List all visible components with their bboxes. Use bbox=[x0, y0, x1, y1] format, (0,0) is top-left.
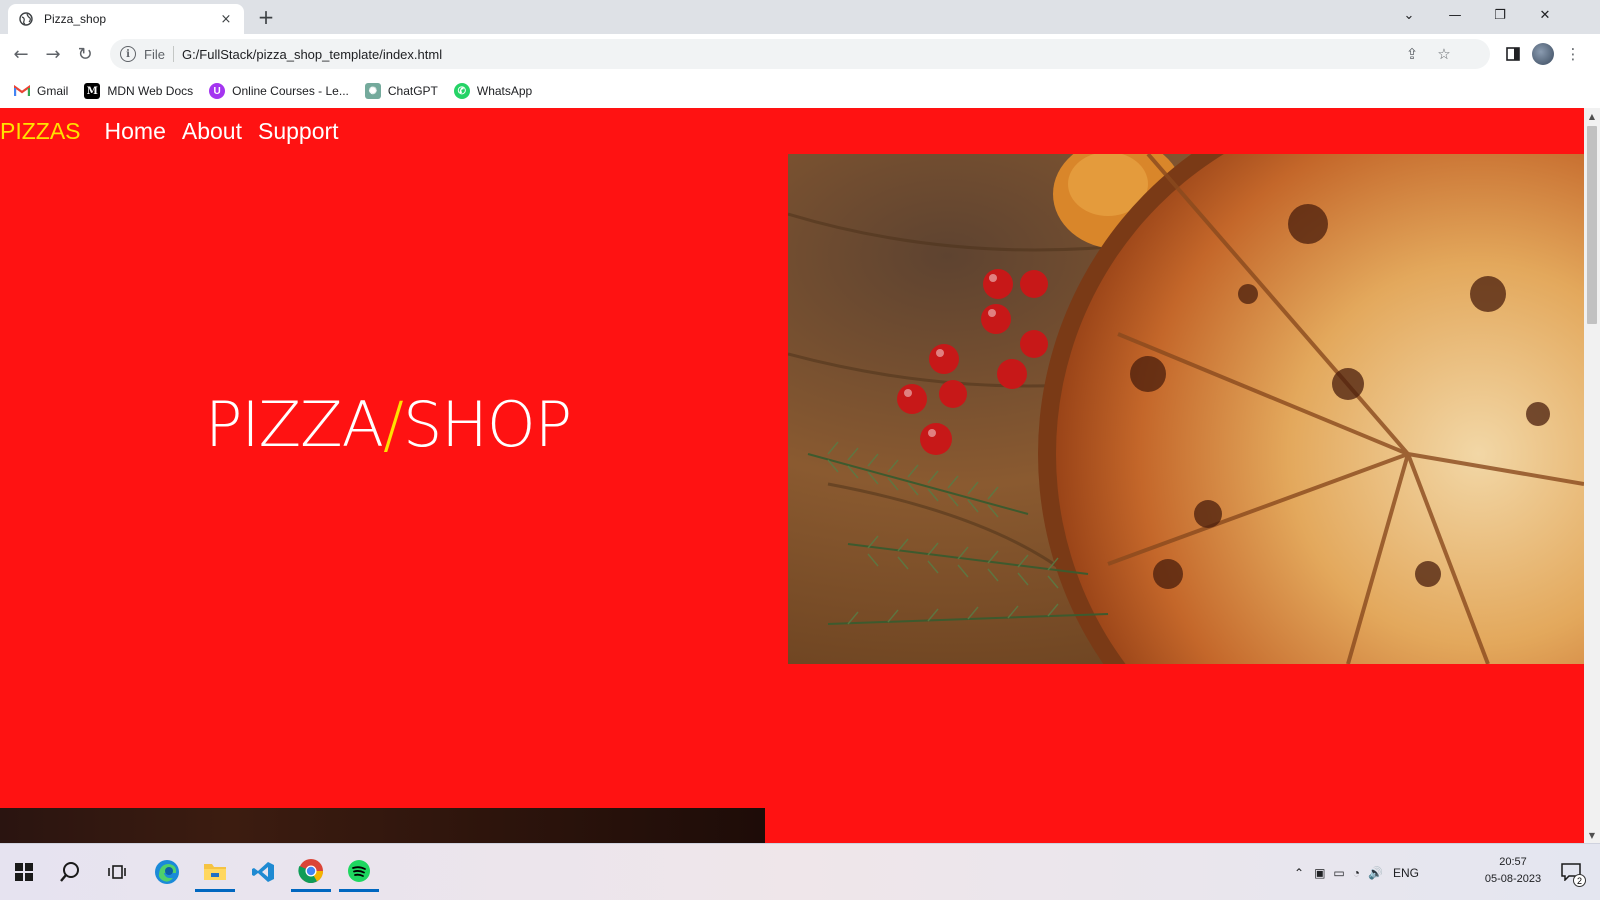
battery-icon[interactable]: ▭ bbox=[1333, 866, 1344, 880]
browser-toolbar: ← → ↻ i File G:/FullStack/pizza_shop_tem… bbox=[0, 34, 1600, 74]
forward-button[interactable]: → bbox=[40, 41, 66, 67]
search-icon[interactable] bbox=[50, 852, 90, 892]
tab-search-chevron-icon[interactable]: ⌄ bbox=[1386, 0, 1432, 30]
notifications-icon[interactable]: 2 bbox=[1554, 852, 1588, 892]
site-brand-link[interactable]: PIZZAS bbox=[0, 118, 81, 145]
tab-title: Pizza_shop bbox=[44, 12, 107, 26]
language-indicator[interactable]: ENG bbox=[1393, 866, 1419, 880]
bookmark-star-icon[interactable]: ☆ bbox=[1432, 39, 1456, 69]
task-view-icon[interactable] bbox=[97, 852, 137, 892]
tab-close-icon[interactable]: × bbox=[218, 11, 234, 27]
scroll-up-icon[interactable]: ▲ bbox=[1584, 108, 1600, 124]
bookmark-whatsapp[interactable]: ✆ WhatsApp bbox=[453, 83, 533, 99]
site-info-icon[interactable]: i bbox=[120, 46, 136, 62]
vertical-scrollbar[interactable]: ▲ ▼ bbox=[1584, 108, 1600, 843]
address-separator bbox=[172, 46, 174, 62]
bookmarks-bar: Gmail M MDN Web Docs U Online Courses - … bbox=[0, 74, 1600, 108]
share-icon[interactable]: ⇪ bbox=[1400, 39, 1424, 69]
url-text[interactable]: G:/FullStack/pizza_shop_template/index.h… bbox=[182, 47, 442, 62]
nav-link-about[interactable]: About bbox=[182, 118, 242, 145]
vscode-icon[interactable] bbox=[243, 852, 283, 892]
volume-icon[interactable]: 🔊 bbox=[1368, 866, 1383, 880]
scrollbar-thumb[interactable] bbox=[1587, 126, 1597, 324]
nav-link-home[interactable]: Home bbox=[105, 118, 166, 145]
hero-title-pizza: PIZZA bbox=[205, 388, 384, 461]
bookmark-label: Gmail bbox=[37, 84, 69, 98]
bookmark-gmail[interactable]: Gmail bbox=[14, 83, 68, 99]
profile-avatar[interactable] bbox=[1530, 41, 1556, 67]
bookmark-online-courses[interactable]: U Online Courses - Le... bbox=[209, 83, 349, 99]
tab-strip: Pizza_shop × + ⌄ — ❐ ✕ bbox=[0, 0, 1600, 34]
bookmark-mdn[interactable]: M MDN Web Docs bbox=[84, 83, 193, 99]
nav-link-support[interactable]: Support bbox=[258, 118, 339, 145]
next-section-image bbox=[0, 808, 765, 843]
file-explorer-icon[interactable] bbox=[195, 852, 235, 892]
address-bar[interactable]: i File G:/FullStack/pizza_shop_template/… bbox=[110, 39, 1490, 69]
back-button[interactable]: ← bbox=[8, 41, 34, 67]
clock-date: 05-08-2023 bbox=[1484, 873, 1542, 885]
side-panel-icon[interactable] bbox=[1500, 41, 1526, 67]
bookmark-chatgpt[interactable]: ✺ ChatGPT bbox=[364, 83, 438, 99]
close-window-button[interactable]: ✕ bbox=[1522, 0, 1568, 30]
whatsapp-icon: ✆ bbox=[453, 83, 470, 99]
windows-taskbar: ⌃ ▣ ▭ ◔ 🔊 ENG 20:57 05-08-2023 2 bbox=[0, 843, 1600, 900]
hero-pizza-image bbox=[788, 154, 1584, 664]
taskbar-clock[interactable]: 20:57 05-08-2023 bbox=[1480, 854, 1546, 888]
restore-button[interactable]: ❐ bbox=[1477, 0, 1523, 30]
minimize-button[interactable]: — bbox=[1432, 0, 1478, 30]
chatgpt-icon: ✺ bbox=[364, 83, 381, 99]
scroll-down-icon[interactable]: ▼ bbox=[1584, 827, 1600, 843]
globe-icon bbox=[18, 11, 34, 27]
url-scheme-label: File bbox=[144, 46, 165, 62]
bookmark-label: MDN Web Docs bbox=[107, 84, 194, 98]
page-viewport: PIZZAS Home About Support PIZZA/SHOP bbox=[0, 108, 1584, 843]
hero-title-shop: SHOP bbox=[402, 388, 572, 461]
system-tray: ⌃ ▣ ▭ ◔ 🔊 ENG bbox=[1294, 844, 1419, 900]
bookmark-label: ChatGPT bbox=[387, 84, 438, 98]
bookmark-label: WhatsApp bbox=[476, 84, 533, 98]
clock-time: 20:57 bbox=[1499, 856, 1527, 868]
reload-button[interactable]: ↻ bbox=[72, 41, 98, 67]
windows-start-icon[interactable] bbox=[4, 852, 44, 892]
chrome-icon[interactable] bbox=[291, 852, 331, 892]
tray-overflow-chevron-icon[interactable]: ⌃ bbox=[1294, 866, 1304, 880]
site-navbar: PIZZAS Home About Support bbox=[0, 118, 355, 145]
new-tab-button[interactable]: + bbox=[254, 5, 278, 29]
udemy-icon: U bbox=[209, 83, 226, 99]
mdn-icon: M bbox=[84, 83, 101, 99]
notification-count-badge: 2 bbox=[1573, 874, 1586, 887]
edge-icon[interactable] bbox=[147, 852, 187, 892]
wifi-icon[interactable]: ◔ bbox=[1353, 866, 1360, 880]
browser-tab[interactable]: Pizza_shop × bbox=[8, 4, 244, 34]
hero-title: PIZZA/SHOP bbox=[205, 388, 572, 461]
spotify-icon[interactable] bbox=[339, 852, 379, 892]
gmail-icon bbox=[14, 83, 30, 99]
meet-now-icon[interactable]: ▣ bbox=[1314, 866, 1325, 880]
hero-title-slash: / bbox=[383, 388, 404, 461]
menu-kebab-icon[interactable]: ⋮ bbox=[1560, 41, 1586, 67]
bookmark-label: Online Courses - Le... bbox=[232, 84, 349, 98]
